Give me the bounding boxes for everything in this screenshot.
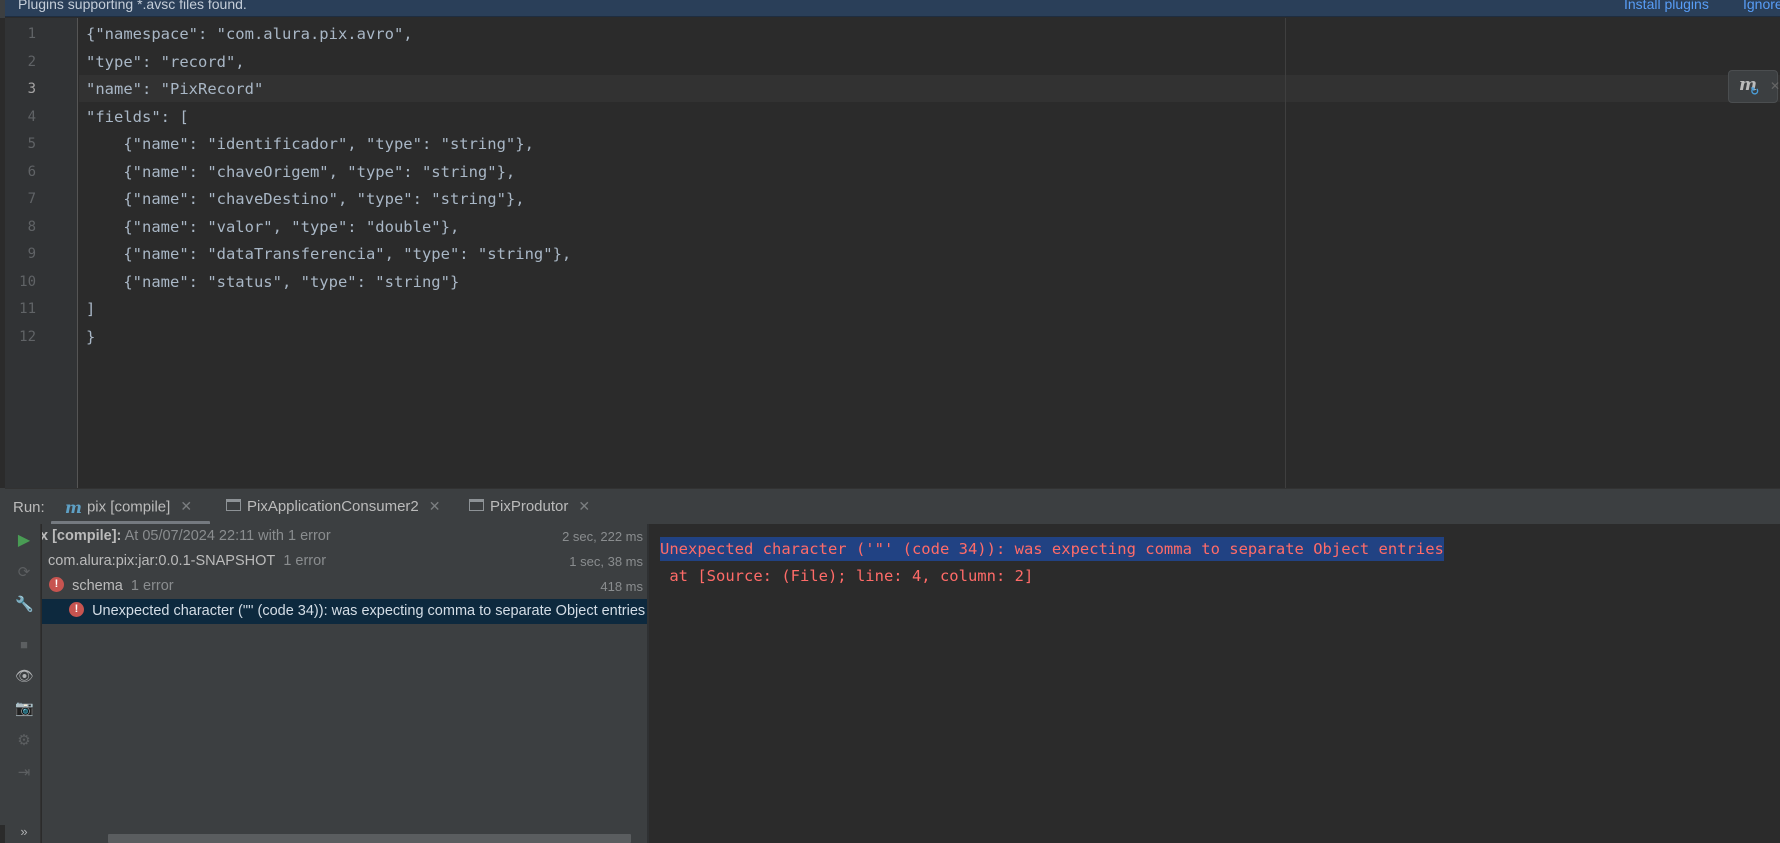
build-tree: x [compile]: At 05/07/2024 22:11 with 1 … [42,524,649,843]
code-line[interactable]: "name": "PixRecord" [86,76,571,104]
error-icon: ! [69,601,84,617]
tab-pix-compile[interactable]: m pix [compile] ✕ [65,498,192,520]
tree-row-duration: 1 sec, 38 ms [569,554,643,569]
horizontal-scrollbar[interactable] [108,834,631,843]
maven-icon: m [65,498,82,517]
close-icon[interactable]: ✕ [429,498,441,515]
code-line[interactable]: } [86,324,571,352]
code-line[interactable]: {"name": "chaveDestino", "type": "string… [86,186,571,214]
tree-row[interactable]: ! schema 1 error 418 ms [42,574,647,599]
line-number: 12 [19,328,36,345]
maven-reload-popup[interactable]: m ↻ ✕ [1728,70,1780,103]
tree-row-selected[interactable]: ! Unexpected character ('"' (code 34)): … [42,599,647,624]
tree-row-name: Unexpected character ('"' (code 34)): wa… [92,603,646,619]
tab-label: PixApplicationConsumer2 [247,498,419,515]
close-icon[interactable]: ✕ [578,498,590,515]
line-number: 9 [27,246,36,262]
install-plugins-link[interactable]: Install plugins [1624,0,1709,12]
line-number: 11 [19,301,36,317]
close-icon[interactable]: ✕ [180,498,192,515]
run-tool-window-header: Run: m pix [compile] ✕ PixApplicationConsu… [5,488,1780,525]
run-toolbar: ▶ ⟳ 🔧 ■ 👁 📷 ⚙ ⇥ » [5,524,41,843]
code-line[interactable]: {"name": "dataTransferencia", "type": "s… [86,241,571,269]
line-number: 4 [27,108,36,125]
code-line[interactable]: "fields": [ [86,104,571,132]
wrench-icon[interactable]: 🔧 [15,596,34,614]
tab-pix-application-consumer2[interactable]: PixApplicationConsumer2 ✕ [226,498,441,520]
line-number: 6 [27,163,36,180]
window-icon [469,499,484,512]
more-icon[interactable]: » [15,823,33,841]
exit-icon[interactable]: ⇥ [15,764,33,782]
error-icon: ! [49,576,64,592]
code-line[interactable]: {"namespace": "com.alura.pix.avro", [86,21,571,49]
line-number-gutter: 1 2 3 4 5 6 7 8 9 10 11 12 [5,18,78,488]
settings-icon[interactable]: ⚙ [15,732,33,750]
tree-row-name: com.alura:pix:jar:0.0.1-SNAPSHOT [48,553,276,569]
run-label: Run: [13,499,45,516]
tree-row-name: schema [72,578,123,594]
tree-row-duration: 418 ms [600,579,643,594]
eye-icon[interactable]: 👁 [15,668,34,686]
tree-row-detail: 1 error [283,553,327,569]
plugin-suggestion-banner: Plugins supporting *.avsc files found. I… [0,0,1780,17]
code-line[interactable]: {"name": "chaveOrigem", "type": "string"… [86,159,571,187]
tab-label: PixProdutor [490,498,569,515]
rerun-icon[interactable]: ⟳ [15,564,33,582]
console-output[interactable]: Unexpected character ('"' (code 34)): wa… [651,524,1780,843]
run-icon[interactable]: ▶ [15,532,33,550]
code-line[interactable]: ] [86,296,571,324]
tree-row[interactable]: com.alura:pix:jar:0.0.1-SNAPSHOT 1 error… [42,549,647,574]
code-editor[interactable]: 1 2 3 4 5 6 7 8 9 10 11 12 {"namespace":… [0,18,1780,488]
line-number: 2 [27,53,36,70]
tree-row-detail: 1 error [130,578,174,594]
ignore-link[interactable]: Ignore [1743,0,1780,12]
camera-icon[interactable]: 📷 [15,700,34,718]
window-icon [226,499,241,512]
run-tool-window: ▶ ⟳ 🔧 ■ 👁 📷 ⚙ ⇥ » x [compile]: At 05/07/… [5,524,1780,843]
tree-row-duration: 2 sec, 222 ms [562,529,643,544]
reload-icon: ↻ [1750,86,1760,98]
line-number: 5 [27,136,36,152]
line-number: 7 [27,191,36,207]
tree-row-name: x [compile]: [42,528,122,544]
console-line[interactable]: at [Source: (File); line: 4, column: 2] [660,564,1033,588]
right-margin-guide [1285,18,1286,488]
stop-icon[interactable]: ■ [15,636,33,654]
close-icon[interactable]: ✕ [1770,79,1780,93]
line-number: 1 [27,26,36,42]
tree-row-detail: At 05/07/2024 22:11 with 1 error [124,528,331,544]
code-line[interactable]: {"name": "status", "type": "string"} [86,269,571,297]
banner-message: Plugins supporting *.avsc files found. [18,0,247,12]
console-line[interactable]: Unexpected character ('"' (code 34)): wa… [660,537,1444,561]
tab-label: pix [compile] [86,498,171,516]
tab-pix-produtor[interactable]: PixProdutor ✕ [469,498,590,520]
tree-row[interactable]: x [compile]: At 05/07/2024 22:11 with 1 … [42,524,647,549]
code-line[interactable]: {"name": "valor", "type": "double"}, [86,214,571,242]
line-number: 3 [27,81,36,97]
line-number: 8 [27,218,36,235]
code-content[interactable]: {"namespace": "com.alura.pix.avro", "typ… [86,21,571,351]
line-number: 10 [19,273,36,290]
code-line[interactable]: {"name": "identificador", "type": "strin… [86,131,571,159]
code-line[interactable]: "type": "record", [86,49,571,77]
